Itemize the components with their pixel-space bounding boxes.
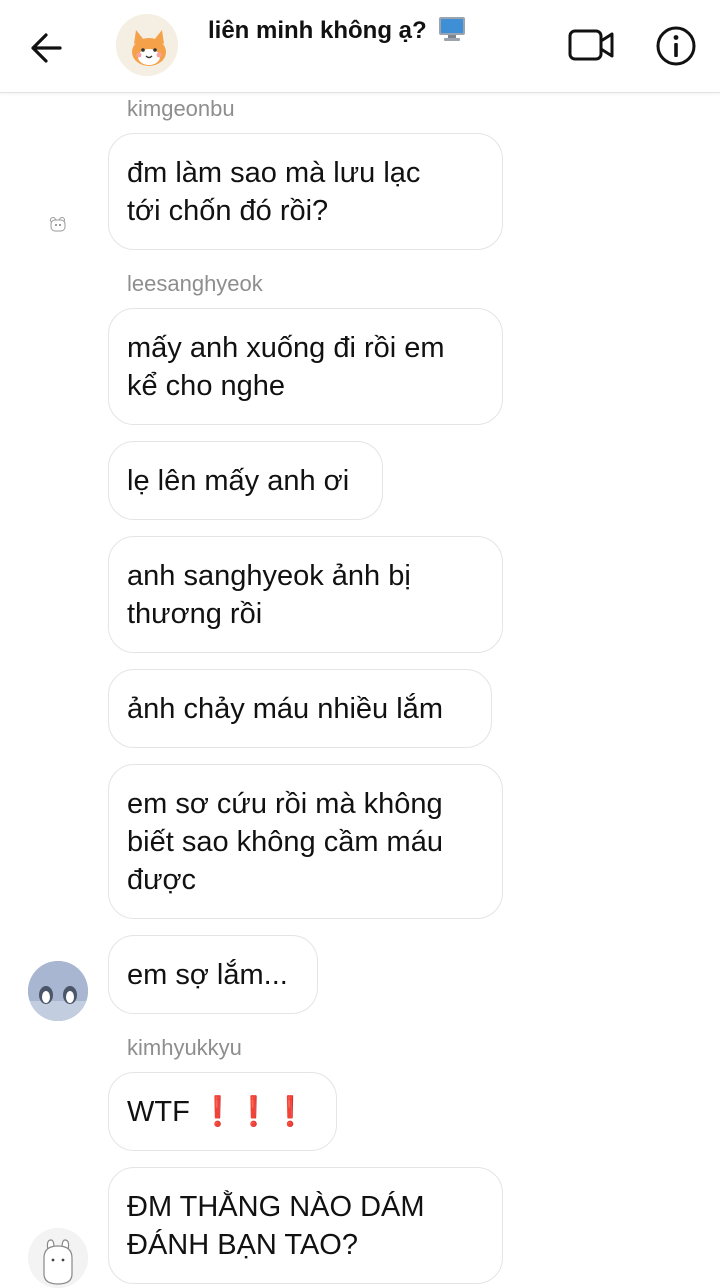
message-bubble[interactable]: anh sanghyeok ảnh bị thương rồi — [108, 536, 503, 653]
alpaca-avatar-icon — [28, 1228, 88, 1288]
video-camera-icon[interactable] — [566, 26, 616, 64]
chat-title-text: liên minh không ạ? — [208, 17, 427, 44]
message-text: thương rồi — [127, 597, 263, 630]
message-text: WTF ❗❗❗ — [127, 1093, 318, 1131]
message-bubble[interactable]: em sơ cứu rồi mà không biết sao không cầ… — [108, 764, 503, 919]
avatar[interactable] — [28, 1228, 88, 1288]
message-bubble[interactable]: đm làm sao mà lưu lạc tới chốn đó rồi? — [108, 133, 503, 250]
sender-name: kimhyukkyu — [127, 1035, 242, 1060]
message-text: đm làm sao mà lưu lạc — [127, 156, 421, 189]
chat-header: liên minh không ạ? — [0, 0, 720, 93]
sender-name: kimgeonbu — [127, 96, 235, 121]
message-text: mấy anh xuống đi rồi em — [127, 331, 445, 364]
message-text: ảnh chảy máu nhiều lắm — [127, 692, 443, 725]
exclamation-icons: ❗❗❗ — [199, 1095, 309, 1128]
chat-title[interactable]: liên minh không ạ? — [208, 16, 467, 45]
message-text-main: WTF — [127, 1095, 190, 1128]
info-circle-icon[interactable] — [654, 24, 698, 68]
message-bubble[interactable]: ĐM THẰNG NÀO DÁM ĐÁNH BẠN TAO? — [108, 1167, 503, 1284]
message-bubble[interactable]: mấy anh xuống đi rồi em kể cho nghe — [108, 308, 503, 425]
message-bubble[interactable]: ảnh chảy máu nhiều lắm — [108, 669, 492, 748]
sender-name: leesanghyeok — [127, 271, 263, 296]
message-text: ĐÁNH BẠN TAO? — [127, 1228, 358, 1261]
message-text: lẹ lên mấy anh ơi — [127, 464, 350, 497]
message-bubble[interactable]: lẹ lên mấy anh ơi — [108, 441, 383, 520]
message-text: em sợ lắm... — [127, 958, 288, 991]
message-text: em sơ cứu rồi mà không — [127, 787, 443, 820]
message-text: ĐM THẰNG NÀO DÁM — [127, 1190, 425, 1223]
penguin-avatar-icon — [28, 961, 88, 1021]
group-avatar[interactable] — [116, 14, 178, 76]
avatar[interactable] — [28, 961, 88, 1021]
message-text: biết sao không cầm máu — [127, 825, 443, 858]
message-text: tới chốn đó rồi? — [127, 194, 329, 227]
bear-sticker-icon — [50, 217, 66, 232]
desktop-computer-icon — [439, 17, 466, 41]
shiba-avatar-icon — [116, 14, 178, 76]
message-bubble[interactable]: WTF ❗❗❗ — [108, 1072, 337, 1151]
message-bubble[interactable]: em sợ lắm... — [108, 935, 318, 1014]
message-text: kể cho nghe — [127, 369, 286, 402]
message-text: anh sanghyeok ảnh bị — [127, 559, 411, 592]
arrow-left-icon[interactable] — [26, 28, 66, 68]
message-text: được — [127, 863, 197, 896]
